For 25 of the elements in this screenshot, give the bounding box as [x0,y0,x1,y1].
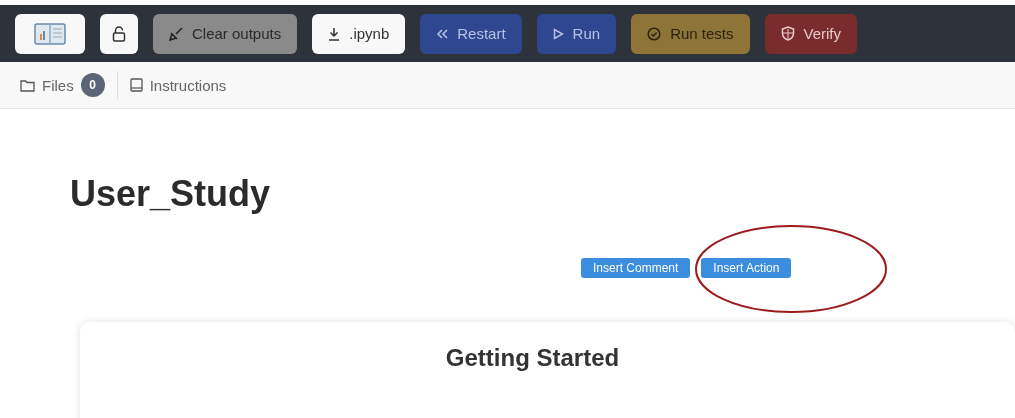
restart-button[interactable]: Restart [420,13,522,54]
clear-outputs-button[interactable]: Clear outputs [153,13,298,54]
instructions-tab[interactable]: Instructions [129,76,227,94]
insert-button[interactable]: Insert Comment [581,258,691,278]
insert-button[interactable]: Insert Action [701,258,792,278]
run-tests-button[interactable]: Run tests [631,13,750,54]
logo-button[interactable] [15,13,85,54]
notebook-icon [34,21,66,46]
lock-icon [112,25,126,42]
check-circle-icon [647,26,662,41]
folder-icon [20,78,35,92]
notebook-title: User_Study [70,173,272,215]
download-icon [328,26,341,41]
shield-icon [780,26,795,41]
verify-button[interactable]: Verify [764,13,858,54]
broom-icon [169,26,183,41]
rewind-icon [436,28,449,39]
card-heading: Getting Started [445,344,620,373]
play-icon [552,27,564,40]
files-tab[interactable]: Files 0 [20,73,105,97]
book-icon [129,78,143,92]
count-badge: 0 [80,73,105,97]
download-button[interactable]: .ipynb [312,13,406,54]
run-button[interactable]: Run [536,13,617,54]
lock-button[interactable] [100,13,138,54]
